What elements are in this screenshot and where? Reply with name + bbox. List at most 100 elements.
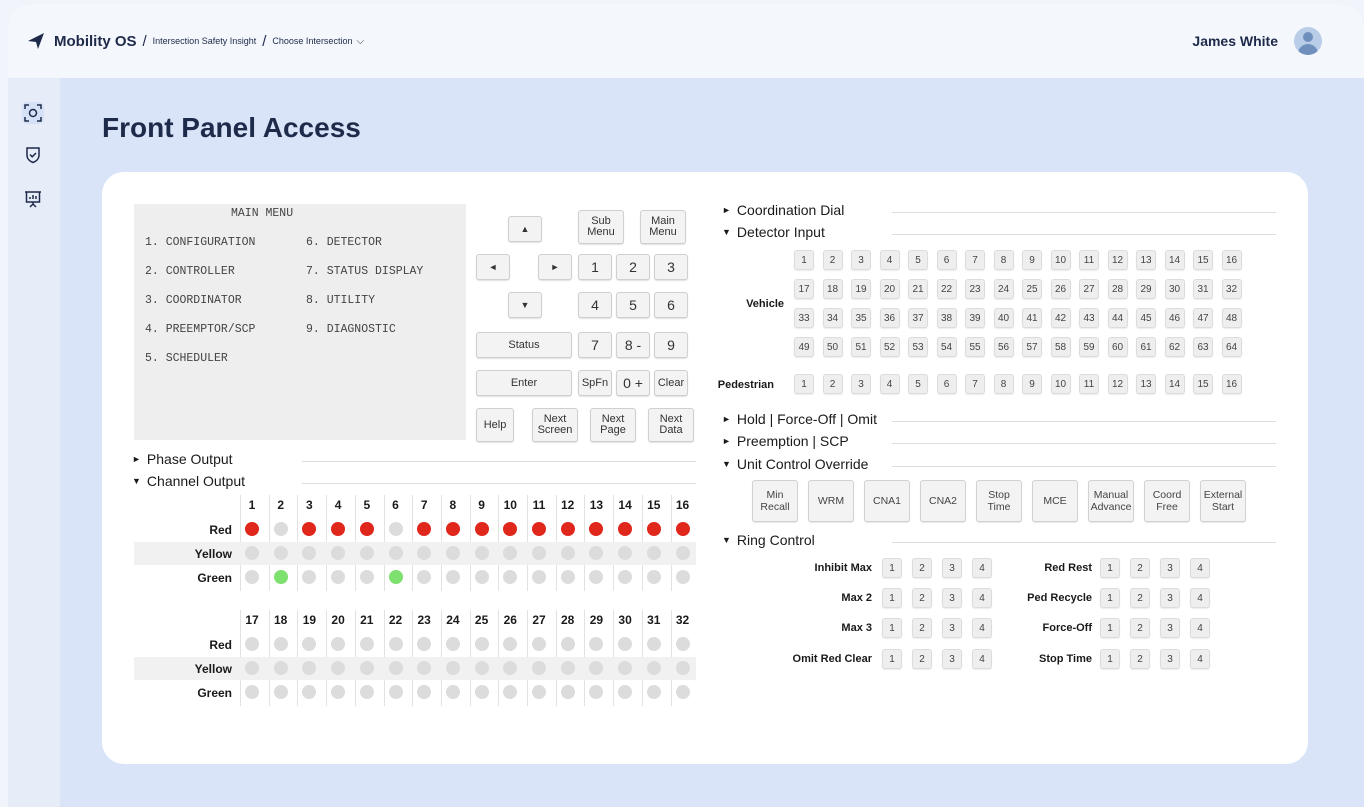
- enter-key[interactable]: Enter: [476, 370, 572, 396]
- vehicle-detector-button[interactable]: 56: [993, 337, 1014, 357]
- pedestrian-detector-button[interactable]: 5: [908, 374, 928, 394]
- vehicle-detector-button[interactable]: 4: [879, 250, 900, 270]
- next-data-key[interactable]: Next Data: [648, 408, 694, 442]
- vehicle-detector-button[interactable]: 25: [1022, 279, 1042, 299]
- vehicle-detector-button[interactable]: 47: [1193, 308, 1213, 328]
- vehicle-detector-button[interactable]: 39: [965, 308, 985, 328]
- ring-control-button[interactable]: 2: [912, 558, 932, 578]
- pedestrian-detector-button[interactable]: 6: [936, 374, 957, 394]
- vehicle-detector-button[interactable]: 35: [851, 308, 871, 328]
- vehicle-detector-button[interactable]: 29: [1136, 279, 1156, 299]
- vehicle-detector-button[interactable]: 28: [1107, 279, 1128, 299]
- up-arrow-key[interactable]: ▲: [508, 216, 542, 242]
- vehicle-detector-button[interactable]: 59: [1079, 337, 1099, 357]
- digit-key-8-minus[interactable]: 8 -: [616, 332, 650, 358]
- vehicle-detector-button[interactable]: 22: [936, 279, 957, 299]
- ring-control-button[interactable]: 1: [882, 558, 902, 578]
- ring-control-button[interactable]: 3: [942, 588, 962, 608]
- vehicle-detector-button[interactable]: 24: [993, 279, 1014, 299]
- vehicle-detector-button[interactable]: 31: [1193, 279, 1213, 299]
- preemption-scp-toggle[interactable]: ► Preemption | SCP: [722, 433, 849, 449]
- unit-control-button[interactable]: Stop Time: [976, 480, 1022, 522]
- vehicle-detector-button[interactable]: 46: [1164, 308, 1185, 328]
- pedestrian-detector-button[interactable]: 9: [1022, 374, 1042, 394]
- vehicle-detector-button[interactable]: 9: [1022, 250, 1042, 270]
- vehicle-detector-button[interactable]: 27: [1079, 279, 1099, 299]
- presentation-chart-icon[interactable]: [22, 188, 44, 210]
- digit-key-4[interactable]: 4: [578, 292, 612, 318]
- digit-key-6[interactable]: 6: [654, 292, 688, 318]
- ring-control-button[interactable]: 3: [942, 618, 962, 638]
- vehicle-detector-button[interactable]: 12: [1107, 250, 1128, 270]
- vehicle-detector-button[interactable]: 43: [1079, 308, 1099, 328]
- next-screen-key[interactable]: Next Screen: [532, 408, 578, 442]
- ring-control-button[interactable]: 2: [912, 588, 932, 608]
- vehicle-detector-button[interactable]: 1: [794, 250, 814, 270]
- vehicle-detector-button[interactable]: 53: [908, 337, 928, 357]
- vehicle-detector-button[interactable]: 61: [1136, 337, 1156, 357]
- ring-control-button[interactable]: 1: [882, 588, 902, 608]
- unit-control-button[interactable]: Min Recall: [752, 480, 798, 522]
- vehicle-detector-button[interactable]: 8: [993, 250, 1014, 270]
- hold-force-off-omit-toggle[interactable]: ► Hold | Force-Off | Omit: [722, 411, 877, 427]
- chevron-down-icon[interactable]: ⌵: [356, 36, 364, 47]
- vehicle-detector-button[interactable]: 11: [1079, 250, 1099, 270]
- sub-menu-key[interactable]: Sub Menu: [578, 210, 624, 244]
- vehicle-detector-button[interactable]: 50: [822, 337, 843, 357]
- ring-control-button[interactable]: 2: [1130, 618, 1150, 638]
- vehicle-detector-button[interactable]: 64: [1221, 337, 1242, 357]
- ring-control-button[interactable]: 3: [1160, 649, 1180, 669]
- vehicle-detector-button[interactable]: 62: [1164, 337, 1185, 357]
- unit-control-button[interactable]: External Start: [1200, 480, 1246, 522]
- unit-control-override-toggle[interactable]: ▼ Unit Control Override: [722, 456, 868, 472]
- ring-control-button[interactable]: 4: [1190, 618, 1210, 638]
- vehicle-detector-button[interactable]: 26: [1050, 279, 1071, 299]
- coordination-dial-toggle[interactable]: ► Coordination Dial: [722, 202, 844, 218]
- right-arrow-key[interactable]: ►: [538, 254, 572, 280]
- digit-key-7[interactable]: 7: [578, 332, 612, 358]
- vehicle-detector-button[interactable]: 16: [1221, 250, 1242, 270]
- vehicle-detector-button[interactable]: 45: [1136, 308, 1156, 328]
- ring-control-button[interactable]: 3: [1160, 558, 1180, 578]
- pedestrian-detector-button[interactable]: 12: [1107, 374, 1128, 394]
- vehicle-detector-button[interactable]: 58: [1050, 337, 1071, 357]
- vehicle-detector-button[interactable]: 37: [908, 308, 928, 328]
- vehicle-detector-button[interactable]: 3: [851, 250, 871, 270]
- vehicle-detector-button[interactable]: 54: [936, 337, 957, 357]
- ring-control-button[interactable]: 2: [912, 618, 932, 638]
- digit-key-9[interactable]: 9: [654, 332, 688, 358]
- vehicle-detector-button[interactable]: 32: [1221, 279, 1242, 299]
- detector-input-toggle[interactable]: ▼ Detector Input: [722, 224, 825, 240]
- vehicle-detector-button[interactable]: 33: [794, 308, 814, 328]
- ring-control-button[interactable]: 4: [1190, 649, 1210, 669]
- ring-control-button[interactable]: 4: [1190, 588, 1210, 608]
- clear-key[interactable]: Clear: [654, 370, 688, 396]
- user-menu[interactable]: James White: [1192, 4, 1322, 78]
- next-page-key[interactable]: Next Page: [590, 408, 636, 442]
- vehicle-detector-button[interactable]: 41: [1022, 308, 1042, 328]
- unit-control-button[interactable]: Coord Free: [1144, 480, 1190, 522]
- ring-control-button[interactable]: 2: [1130, 649, 1150, 669]
- vehicle-detector-button[interactable]: 2: [822, 250, 843, 270]
- vehicle-detector-button[interactable]: 19: [851, 279, 871, 299]
- ring-control-button[interactable]: 3: [942, 558, 962, 578]
- pedestrian-detector-button[interactable]: 3: [851, 374, 871, 394]
- pedestrian-detector-button[interactable]: 11: [1079, 374, 1099, 394]
- digit-key-0-plus[interactable]: 0 +: [616, 370, 650, 396]
- vehicle-detector-button[interactable]: 40: [993, 308, 1014, 328]
- unit-control-button[interactable]: MCE: [1032, 480, 1078, 522]
- ring-control-button[interactable]: 1: [1100, 649, 1120, 669]
- spfn-key[interactable]: SpFn: [578, 370, 612, 396]
- pedestrian-detector-button[interactable]: 16: [1221, 374, 1242, 394]
- ring-control-button[interactable]: 2: [912, 649, 932, 669]
- vehicle-detector-button[interactable]: 57: [1022, 337, 1042, 357]
- phase-output-toggle[interactable]: ► Phase Output: [132, 451, 233, 467]
- vehicle-detector-button[interactable]: 51: [851, 337, 871, 357]
- ring-control-button[interactable]: 1: [882, 618, 902, 638]
- vehicle-detector-button[interactable]: 52: [879, 337, 900, 357]
- vehicle-detector-button[interactable]: 60: [1107, 337, 1128, 357]
- scan-icon[interactable]: [22, 102, 44, 124]
- vehicle-detector-button[interactable]: 18: [822, 279, 843, 299]
- ring-control-button[interactable]: 3: [1160, 588, 1180, 608]
- unit-control-button[interactable]: CNA2: [920, 480, 966, 522]
